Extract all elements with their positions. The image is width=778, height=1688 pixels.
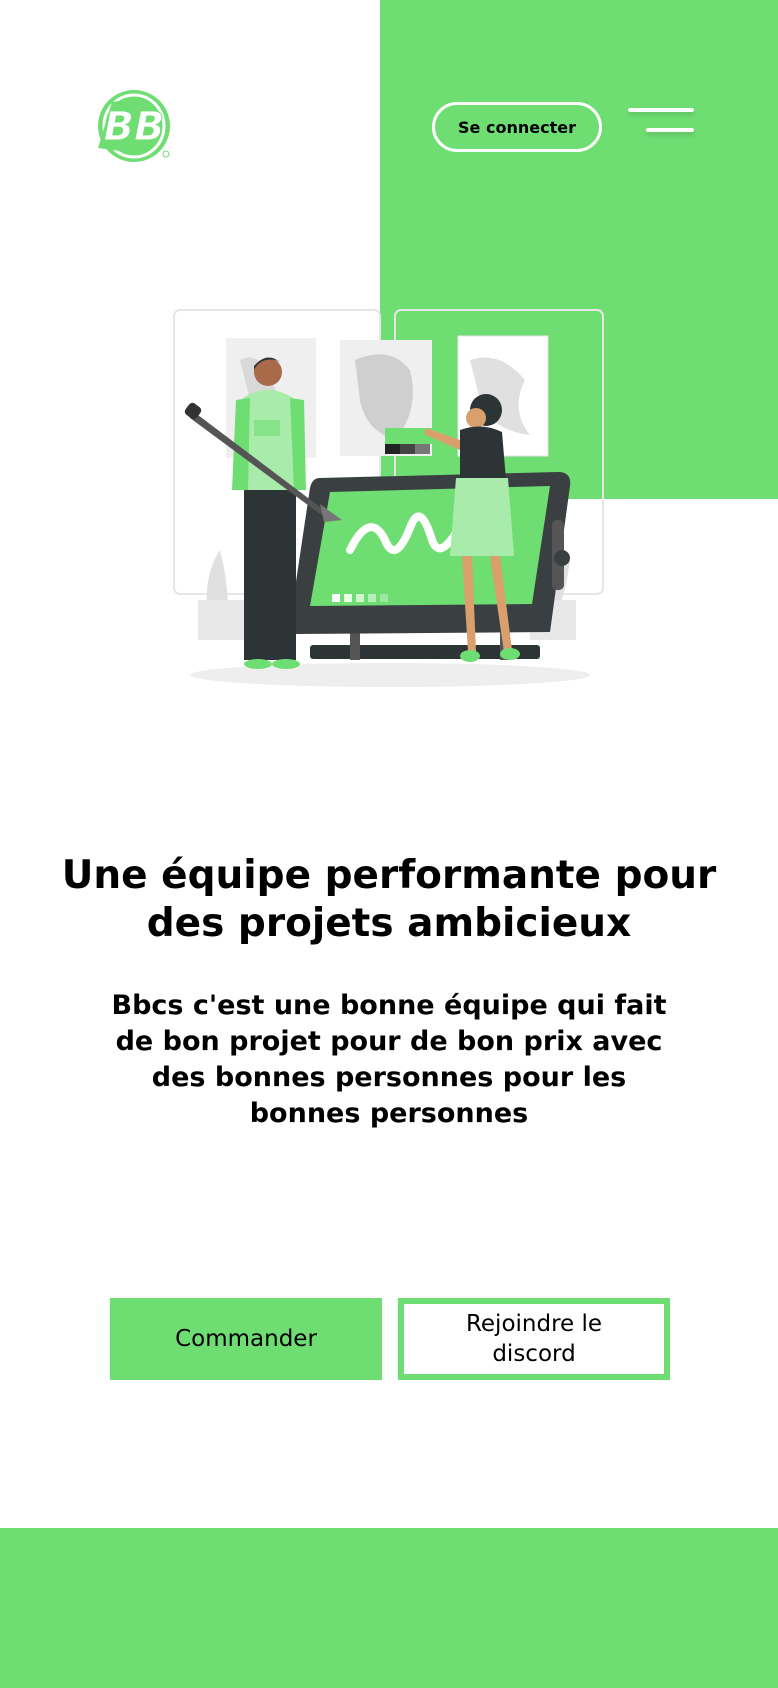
hero-description: Bbcs c'est une bonne équipe qui fait de … [111, 990, 667, 1129]
login-button-label: Se connecter [458, 117, 576, 137]
join-discord-button[interactable]: Rejoindre le discord [398, 1298, 670, 1380]
footer-green-band [0, 1528, 778, 1688]
order-button-label: Commander [175, 1326, 317, 1352]
menu-bar-top [628, 108, 694, 112]
order-button[interactable]: Commander [110, 1298, 382, 1380]
menu-bar-bottom [646, 128, 694, 132]
svg-text:BB: BB [104, 104, 165, 150]
hamburger-menu-icon[interactable] [628, 104, 694, 138]
brand-logo[interactable]: BB [88, 86, 178, 166]
join-discord-button-label: Rejoindre le discord [465, 1311, 603, 1367]
logo-icon: BB [98, 90, 170, 162]
hero-title: Une équipe performante pour des projets … [61, 853, 717, 946]
login-button[interactable]: Se connecter [432, 102, 602, 152]
hero-illustration [170, 300, 640, 700]
